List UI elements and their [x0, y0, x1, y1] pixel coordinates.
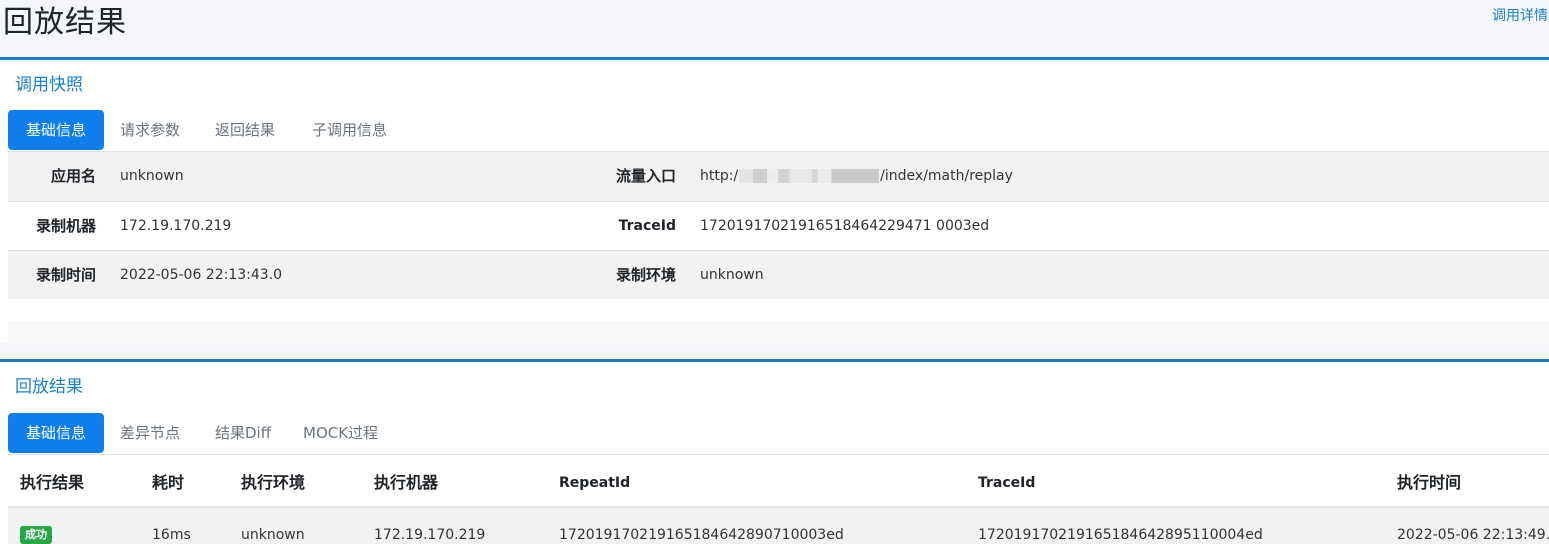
tab-request-params[interactable]: 请求参数 [120, 110, 180, 150]
tab-basic-info[interactable]: 基础信息 [8, 413, 104, 453]
record-host-value: 172.19.170.219 [120, 218, 232, 234]
record-env-label: 录制环境 [615, 266, 676, 284]
trace-id-value: 17201917021916518464229471 0003ed [700, 218, 990, 234]
replay-card-title: 回放结果 [15, 377, 83, 397]
record-time-value: 2022-05-06 22:13:43.0 [120, 267, 283, 283]
cost-cell: 16ms [152, 527, 191, 543]
page-header: 回放结果 调用详情 [0, 0, 1549, 44]
call-detail-link[interactable]: 调用详情 [1492, 5, 1548, 25]
info-row: 录制时间 2022-05-06 22:13:43.0 录制环境 unknown [8, 250, 1549, 299]
app-name-label: 应用名 [50, 167, 96, 185]
tab-return-result[interactable]: 返回结果 [215, 110, 275, 150]
snapshot-card-title: 调用快照 [15, 75, 83, 95]
record-host-label: 录制机器 [35, 217, 96, 235]
tab-diff-nodes[interactable]: 差异节点 [120, 413, 180, 453]
traffic-entry-label: 流量入口 [615, 167, 676, 185]
trace-id-label: TraceId [618, 218, 676, 234]
traffic-entry-suffix: /index/math/replay [880, 168, 1013, 184]
tab-result-diff[interactable]: 结果Diff [215, 413, 271, 453]
col-host: 执行机器 [374, 473, 439, 492]
col-cost: 耗时 [152, 473, 185, 492]
traffic-entry-value: http:/ /index/math/replay [700, 152, 1013, 201]
tab-sub-invocations[interactable]: 子调用信息 [312, 110, 387, 150]
info-row: 应用名 unknown 流量入口 http:/ /index/math/repla… [8, 152, 1549, 201]
app-name-value: unknown [120, 168, 184, 184]
table-row: 成功 16ms unknown 172.19.170.219 172019170… [8, 508, 1549, 544]
host-cell: 172.19.170.219 [374, 527, 486, 543]
trace-id-cell: 172019170219165184642895110004ed [978, 527, 1263, 543]
exec-time-cell: 2022-05-06 22:13:49.0 [1397, 527, 1549, 543]
col-result: 执行结果 [20, 473, 85, 492]
env-cell: unknown [241, 527, 305, 543]
col-exec-time: 执行时间 [1397, 473, 1462, 492]
record-env-value: unknown [700, 267, 764, 283]
tab-divider [8, 454, 1549, 455]
col-trace-id: TraceId [978, 475, 1036, 491]
info-row: 录制机器 172.19.170.219 TraceId 172019170219… [8, 201, 1549, 250]
redacted-host-block [739, 169, 880, 183]
table-header-row: 执行结果 耗时 执行环境 执行机器 RepeatId TraceId 执行时间 [8, 458, 1549, 508]
snapshot-card-footer [8, 322, 1549, 345]
col-repeat-id: RepeatId [559, 475, 631, 491]
page-title: 回放结果 [3, 5, 127, 40]
traffic-entry-prefix: http:/ [700, 168, 739, 184]
col-env: 执行环境 [241, 473, 306, 492]
repeat-id-cell: 172019170219165184642890710003ed [559, 527, 844, 543]
record-time-label: 录制时间 [35, 266, 96, 284]
status-badge: 成功 [20, 526, 52, 544]
snapshot-card: 调用快照 基础信息 请求参数 返回结果 子调用信息 应用名 unknown 流量… [0, 57, 1549, 345]
replay-card: 回放结果 基础信息 差异节点 结果Diff MOCK过程 执行结果 耗时 执行环… [0, 359, 1549, 544]
tab-basic-info[interactable]: 基础信息 [8, 110, 104, 150]
tab-mock-process[interactable]: MOCK过程 [303, 413, 378, 453]
